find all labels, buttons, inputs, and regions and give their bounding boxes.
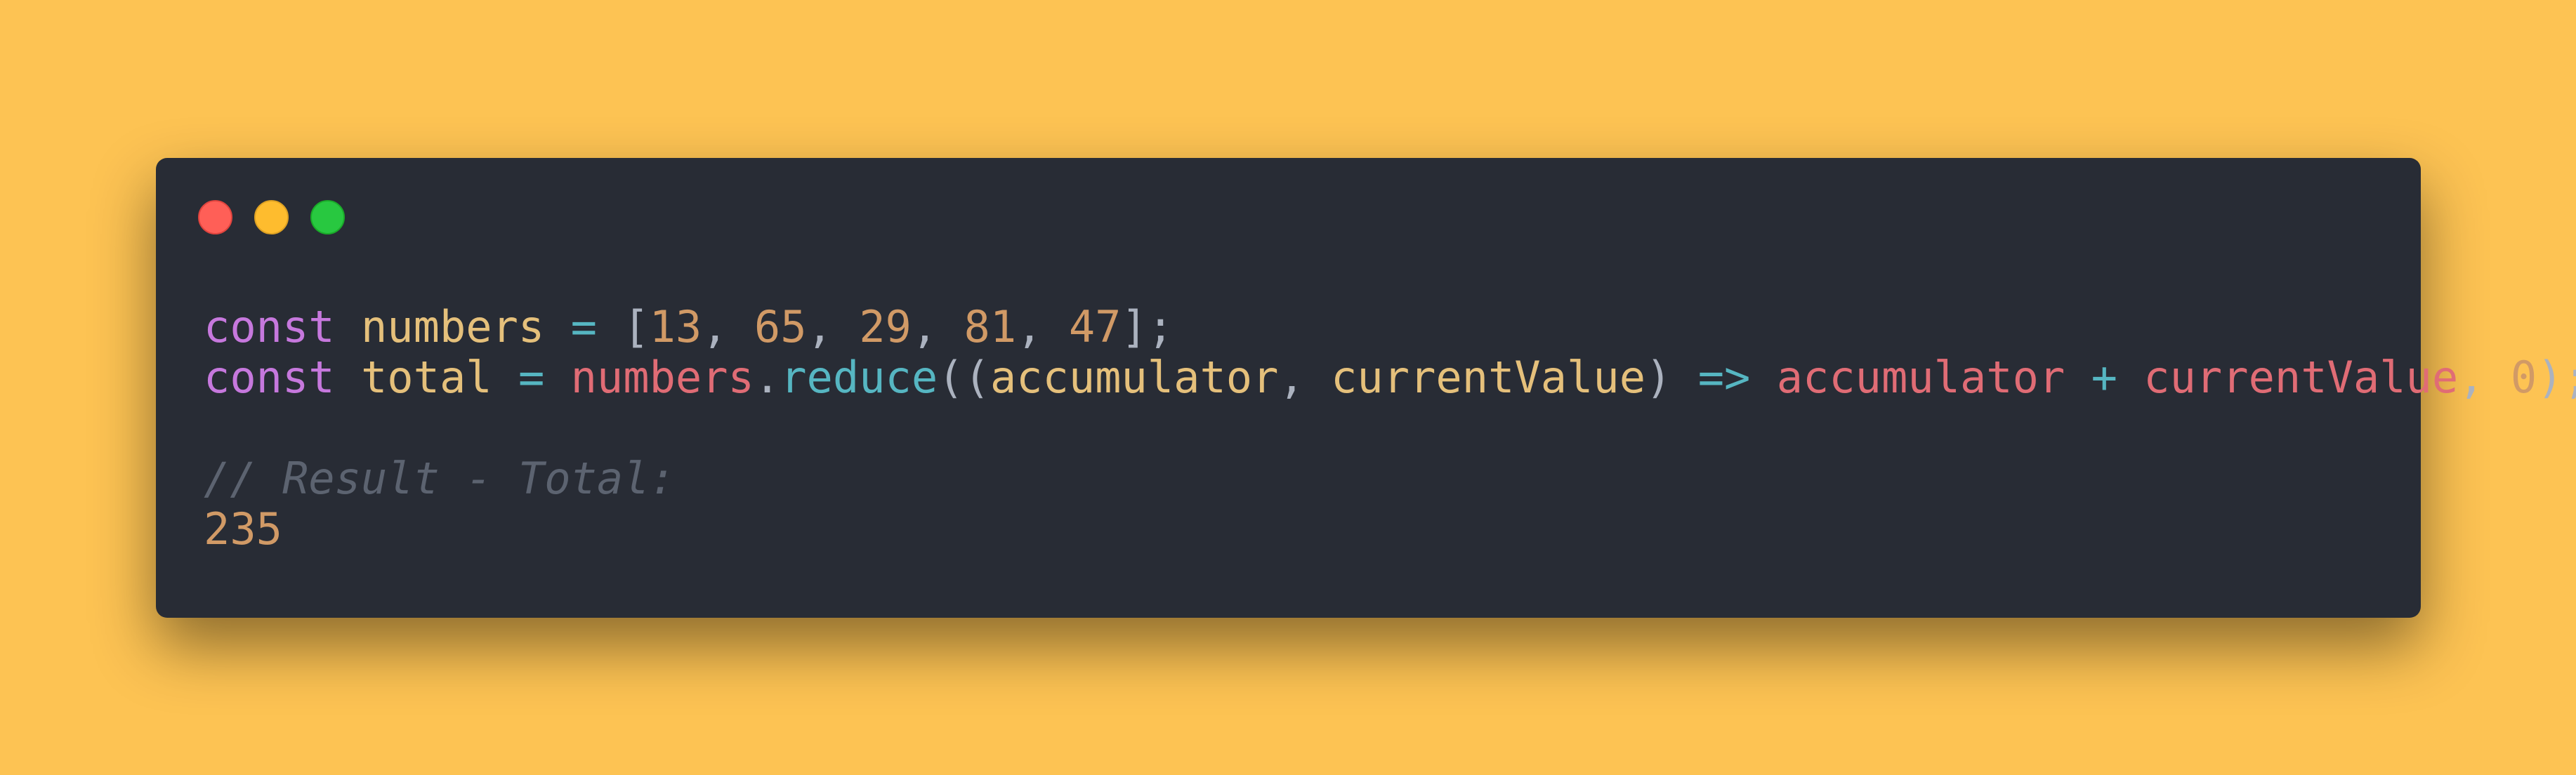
method: reduce: [780, 352, 938, 403]
code-window: const numbers = [13, 65, 29, 81, 47]; co…: [156, 158, 2576, 618]
code-line-2: const total = numbers.reduce((accumulato…: [204, 352, 2576, 403]
number: 81: [964, 301, 1017, 352]
operator: =: [518, 352, 545, 403]
param: currentValue: [1331, 352, 1646, 403]
identifier: numbers: [570, 352, 754, 403]
operator: =: [570, 301, 597, 352]
keyword: const: [204, 301, 335, 352]
punct: .: [754, 352, 781, 403]
number: 47: [1068, 301, 1122, 352]
number: 65: [754, 301, 807, 352]
number: 13: [649, 301, 702, 352]
number: 29: [859, 301, 912, 352]
punct: ,: [1278, 352, 1305, 403]
operator: =>: [1697, 352, 1751, 403]
punct: ): [1645, 352, 1672, 403]
keyword: const: [204, 352, 335, 403]
identifier: total: [360, 352, 492, 403]
operator: +: [2091, 352, 2117, 403]
close-button[interactable]: [198, 200, 232, 234]
punct: ];: [1121, 301, 1174, 352]
maximize-button[interactable]: [310, 200, 345, 234]
identifier: numbers: [360, 301, 545, 352]
minimize-button[interactable]: [254, 200, 289, 234]
code-block: const numbers = [13, 65, 29, 81, 47]; co…: [204, 302, 2576, 555]
param: accumulator: [990, 352, 1279, 403]
punct: );: [2537, 352, 2576, 403]
punct: [: [623, 301, 650, 352]
identifier: currentValue: [2143, 352, 2459, 403]
comment: // Result - Total:: [204, 453, 676, 504]
punct: ((: [938, 352, 990, 403]
code-line-1: const numbers = [13, 65, 29, 81, 47];: [204, 301, 1174, 352]
result-value: 235: [204, 503, 282, 555]
number: 0: [2510, 352, 2537, 403]
identifier: accumulator: [1776, 352, 2065, 403]
